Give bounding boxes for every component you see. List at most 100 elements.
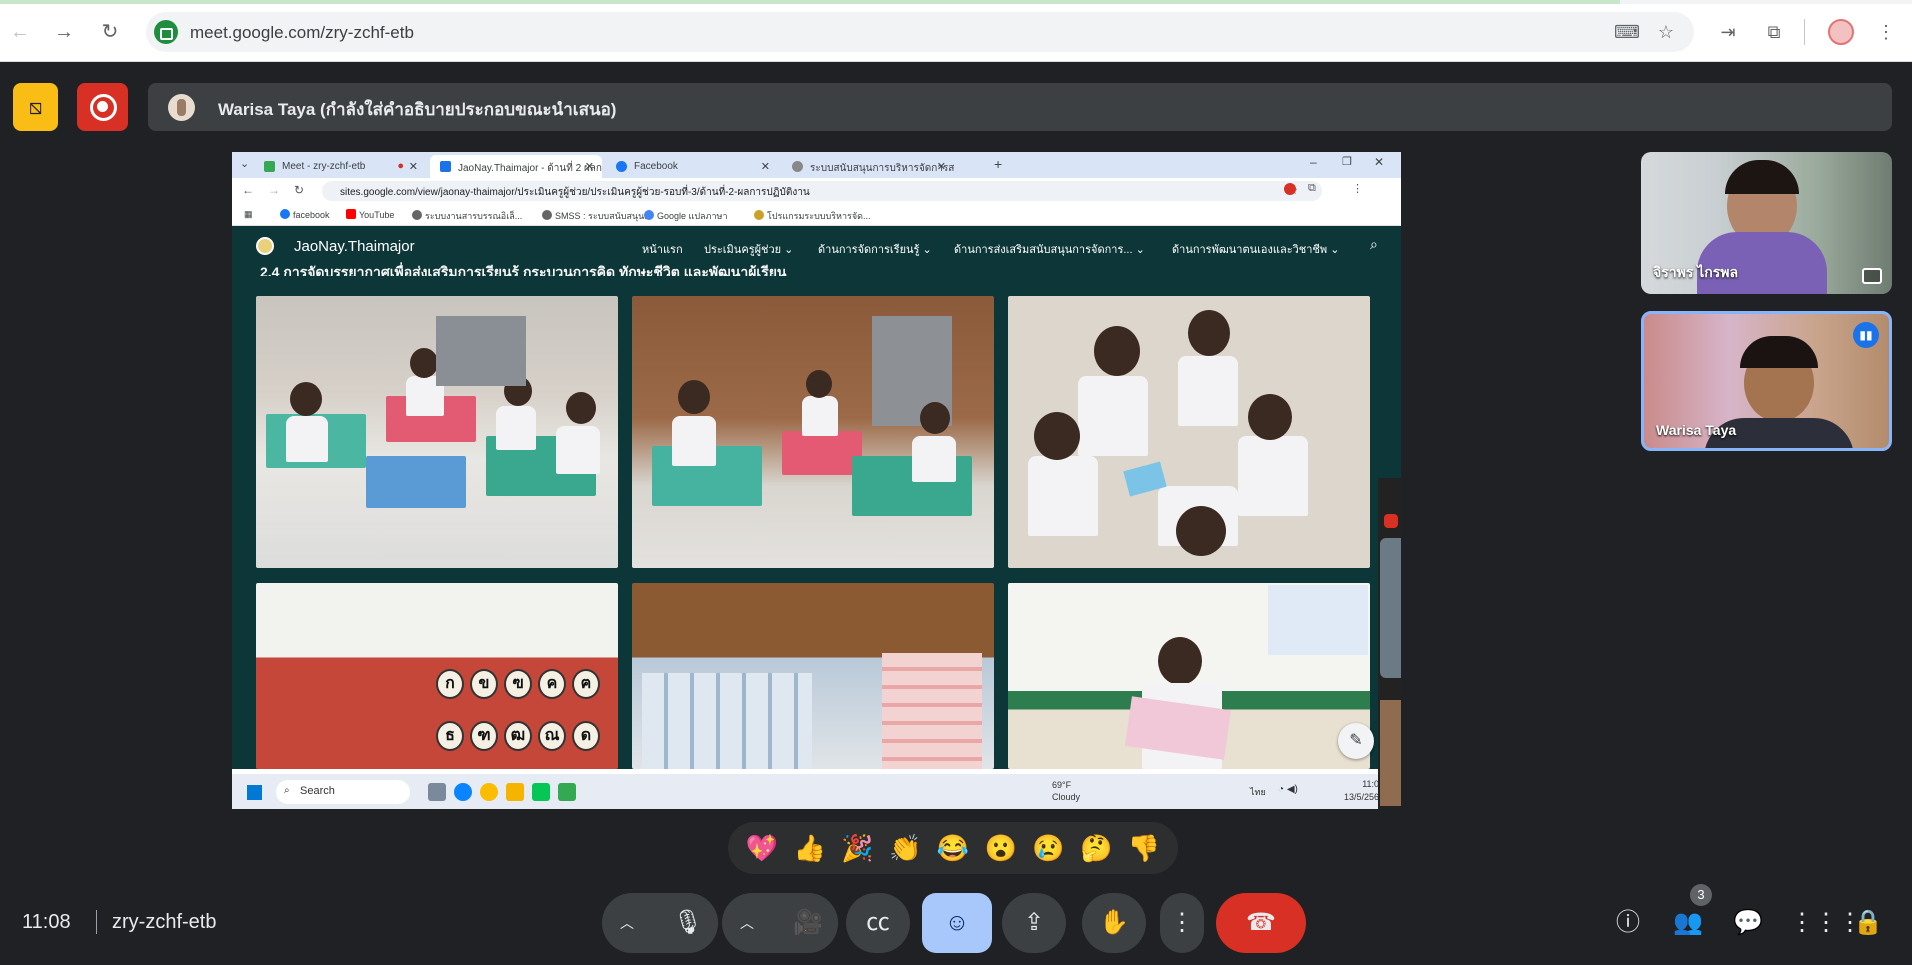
windows-search-label: Search — [300, 785, 335, 797]
letter-card: ฒ — [504, 721, 532, 751]
wifi-volume-icon: ◔ ◀) — [1278, 784, 1298, 795]
address-url[interactable]: meet.google.com/zry-zchf-etb — [190, 23, 414, 43]
site-search-icon: ⌕ — [1370, 236, 1378, 252]
participant-name: Warisa Taya — [1656, 422, 1737, 438]
translate-icon[interactable]: ⌨ — [1614, 20, 1640, 44]
wall-chart-photo — [632, 583, 994, 769]
browser-toolbar: ← → ↻ meet.google.com/zry-zchf-etb ⌨ ☆ ⇥… — [0, 0, 1912, 62]
more-options-button[interactable]: ⋮ — [1160, 893, 1204, 953]
letter-card: ข — [470, 669, 498, 699]
more-vert-icon: ⋮ — [1170, 909, 1194, 936]
reaction-laugh-button[interactable]: 😂 — [937, 833, 969, 863]
emoji-icon: ☺ — [944, 909, 970, 936]
people-icon[interactable]: 👥 — [1670, 905, 1706, 941]
people-count-badge: 3 — [1690, 884, 1712, 906]
site-menu-item: ด้านการพัฒนาตนเองและวิชาชีพ ⌄ — [1172, 244, 1340, 256]
camera-button[interactable]: 🎥 — [778, 893, 838, 953]
file-explorer-icon — [506, 783, 524, 801]
presenter-text: Warisa Taya (กำลังใส่คำอธิบายประกอบขณะนำ… — [218, 100, 617, 119]
letter-card: ค — [538, 669, 566, 699]
window-minimize-icon: – — [1310, 155, 1317, 169]
classroom-photo — [256, 296, 618, 568]
letter-card: ก — [436, 669, 464, 699]
host-controls-icon[interactable]: 🔒 — [1850, 905, 1886, 941]
section-heading: 2.4 การจัดบรรยากาศเพื่อส่งเสริมการเรียนร… — [260, 264, 787, 276]
forward-icon[interactable]: → — [52, 20, 76, 44]
edit-pencil-icon: ✎ — [1338, 723, 1374, 759]
reload-icon[interactable]: ↻ — [98, 20, 122, 44]
shared-url: sites.google.com/view/jaonay-thaimajor/ป… — [340, 187, 810, 198]
activities-icon[interactable]: ⋮⋮⋮ — [1790, 905, 1862, 941]
sign-in-icon[interactable]: ⇥ — [1716, 20, 1740, 44]
site-menu-item: ประเมินครูผู้ช่วย ⌄ — [704, 244, 794, 256]
captions-icon: ㏄ — [866, 909, 890, 936]
classroom-photo — [632, 296, 994, 568]
audio-options-chevron-icon[interactable]: ︿ — [620, 893, 634, 953]
profile-avatar[interactable] — [1828, 19, 1854, 45]
captions-button[interactable]: ㏄ — [846, 893, 910, 953]
windows-search-icon: ⌕ — [284, 785, 290, 796]
raise-hand-button[interactable]: ✋ — [1082, 893, 1146, 953]
participant-tile[interactable]: จิราพร ไกรพล — [1641, 152, 1892, 294]
site-content: 2.4 การจัดบรรยากาศเพื่อส่งเสริมการเรียนร… — [232, 264, 1401, 769]
site-menu-item: ด้านการส่งเสริมสนับสนุนการจัดการ... ⌄ — [954, 244, 1145, 256]
reaction-clap-button[interactable]: 👏 — [889, 833, 921, 863]
reaction-surprised-button[interactable]: 😮 — [985, 833, 1017, 863]
site-info-icon[interactable] — [154, 20, 178, 44]
alphabet-chart-photo: ก ข ฃ ค ฅ ธ ฑ ฒ ณ ด — [256, 583, 618, 769]
hang-up-icon: ☎ — [1246, 909, 1276, 936]
shared-bookmarks-bar: ▦ facebook YouTube ระบบงานสารบรรณอิเล็..… — [232, 204, 1401, 226]
reaction-thumbs-down-button[interactable]: 👎 — [1128, 833, 1160, 863]
reading-photo — [1008, 583, 1370, 769]
shared-screen: ⌄ Meet - zry-zchf-etb ● ✕ JaoNay.Thaimajor… — [232, 152, 1401, 809]
window-close-icon: ✕ — [1374, 155, 1385, 169]
meeting-info-icon[interactable]: ⓘ — [1610, 905, 1646, 941]
present-icon: ⇪ — [1023, 909, 1045, 936]
bookmark: facebook — [280, 209, 330, 220]
participant-tile-speaking[interactable]: Warisa Taya ▮▮ — [1641, 311, 1892, 451]
shared-extension-icon — [1284, 183, 1296, 195]
reactions-button[interactable]: ☺ — [922, 893, 992, 953]
shared-address-bar: ← → ↻ sites.google.com/view/jaonay-thaim… — [232, 178, 1401, 204]
reaction-sad-button[interactable]: 😢 — [1032, 833, 1064, 863]
back-icon[interactable]: ← — [8, 20, 32, 44]
mini-participant-tile — [1380, 700, 1401, 806]
chat-icon[interactable]: 💬 — [1730, 905, 1766, 941]
present-screen-button[interactable]: ⇪ — [1002, 893, 1066, 953]
video-control-group: ︿ 🎥 — [722, 893, 838, 953]
shared-extensions-icon: ⧉ — [1308, 182, 1316, 194]
browser-menu-icon[interactable]: ⋮ — [1874, 20, 1898, 44]
hand-icon: ✋ — [1099, 909, 1129, 936]
letter-card: ณ — [538, 721, 566, 751]
letter-card: ธ — [436, 721, 464, 751]
camera-off-indicator-button[interactable]: ⧅ — [13, 83, 58, 131]
page-load-progress — [0, 0, 1912, 4]
video-options-chevron-icon[interactable]: ︿ — [740, 893, 754, 953]
address-bar[interactable]: meet.google.com/zry-zchf-etb ⌨ ☆ — [146, 12, 1694, 52]
camera-icon: 🎥 — [793, 909, 823, 936]
pip-icon[interactable] — [1862, 268, 1882, 284]
bookmark-star-icon[interactable]: ☆ — [1654, 20, 1678, 44]
reaction-heart-button[interactable]: 💖 — [746, 833, 778, 863]
shared-tab: Meet - zry-zchf-etb ● ✕ — [254, 155, 426, 178]
shared-menu-icon: ⋮ — [1352, 183, 1363, 195]
shared-forward-icon: → — [268, 183, 280, 197]
new-tab-icon: + — [994, 156, 1003, 172]
extensions-icon[interactable]: ⧉ — [1762, 20, 1786, 44]
bookmark: SMSS : ระบบสนับสนุน... — [542, 209, 652, 223]
leave-call-button[interactable]: ☎ — [1216, 893, 1306, 953]
reaction-thumbs-up-button[interactable]: 👍 — [793, 833, 825, 863]
microphone-button[interactable]: 🎙 — [658, 893, 718, 953]
meeting-clock: 11:08 — [22, 911, 71, 933]
reaction-thinking-button[interactable]: 🤔 — [1080, 833, 1112, 863]
classroom-photo — [1008, 296, 1370, 568]
site-menu-item: หน้าแรก — [642, 244, 683, 256]
shared-tab: ระบบสนับสนุนการบริหารจัดการสถา ✕ — [782, 155, 954, 178]
window-restore-icon: ❐ — [1342, 156, 1352, 168]
reaction-party-button[interactable]: 🎉 — [841, 833, 873, 863]
recording-button[interactable] — [77, 83, 128, 131]
input-language: ไทย — [1250, 787, 1266, 797]
bookmark: ระบบงานสารบรรณอิเล็... — [412, 209, 522, 223]
weather-text: Cloudy — [1052, 792, 1081, 802]
bookmark: YouTube — [346, 209, 394, 220]
